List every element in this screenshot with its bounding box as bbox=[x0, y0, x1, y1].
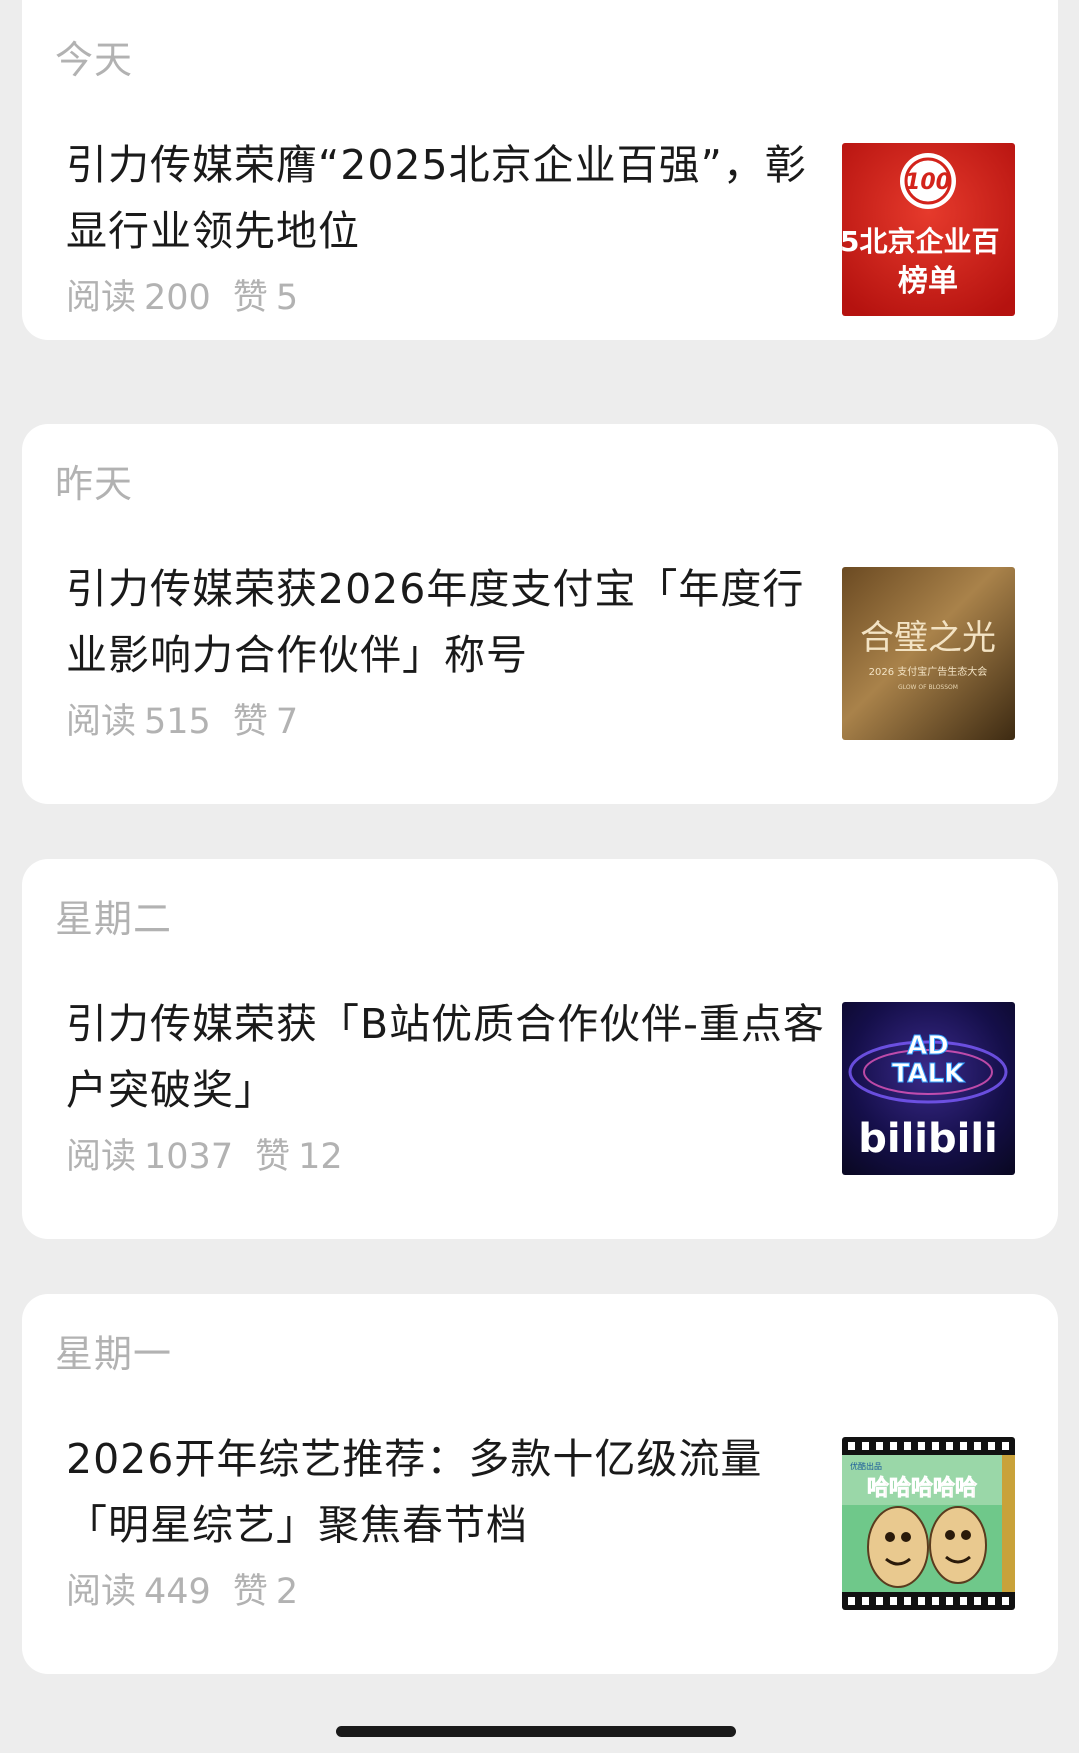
article-thumbnail[interactable]: 100 5北京企业百 榜单 bbox=[842, 143, 1015, 316]
thumb-line1: 合璧之光 bbox=[860, 618, 996, 658]
read-count: 阅读 1037 bbox=[66, 1137, 233, 1177]
read-value: 200 bbox=[144, 278, 211, 318]
thumb-line2: 2026 支付宝广告生态大会 bbox=[869, 665, 988, 678]
read-value: 449 bbox=[144, 1572, 211, 1612]
read-label: 阅读 bbox=[66, 1137, 137, 1177]
article-title[interactable]: 引力传媒荣获「B站优质合作伙伴-重点客户突破奖」 bbox=[66, 991, 836, 1123]
thumb-line1: AD bbox=[907, 1031, 949, 1061]
like-label: 赞 bbox=[232, 1572, 268, 1612]
thumb-badge: 100 bbox=[905, 170, 951, 195]
thumb-line2: 榜单 bbox=[898, 264, 958, 299]
like-value: 5 bbox=[275, 278, 299, 318]
like-value: 12 bbox=[298, 1137, 343, 1177]
like-value: 7 bbox=[275, 702, 299, 742]
day-group-card: 今天 引力传媒荣膺“2025北京企业百强”，彰显行业领先地位 阅读 200 赞 5 bbox=[22, 0, 1058, 340]
read-label: 阅读 bbox=[66, 1572, 137, 1612]
article-thumbnail[interactable]: 哈哈哈哈哈 优酷出品 bbox=[842, 1437, 1015, 1610]
article-item[interactable]: 引力传媒荣获2026年度支付宝「年度行业影响力合作伙伴」称号 阅读 515 赞 7 合… bbox=[22, 424, 1058, 804]
like-count: 赞 12 bbox=[255, 1137, 343, 1177]
thumb-line1: 5北京企业百 bbox=[842, 225, 999, 258]
read-count: 阅读 200 bbox=[66, 278, 211, 318]
thumb-line3: GLOW OF BLOSSOM bbox=[898, 684, 958, 691]
article-stats: 阅读 200 赞 5 bbox=[66, 276, 320, 320]
day-group-card: 昨天 引力传媒荣获2026年度支付宝「年度行业影响力合作伙伴」称号 阅读 515 赞… bbox=[22, 424, 1058, 804]
read-value: 1037 bbox=[144, 1137, 234, 1177]
thumbnail-image: AD TALK bilibili bbox=[842, 1002, 1015, 1175]
article-thumbnail[interactable]: 合璧之光 2026 支付宝广告生态大会 GLOW OF BLOSSOM bbox=[842, 567, 1015, 740]
article-title[interactable]: 引力传媒荣获2026年度支付宝「年度行业影响力合作伙伴」称号 bbox=[66, 556, 836, 688]
read-label: 阅读 bbox=[66, 278, 137, 318]
article-title[interactable]: 2026开年综艺推荐：多款十亿级流量「明星综艺」聚焦春节档 bbox=[66, 1426, 836, 1558]
home-indicator[interactable] bbox=[336, 1726, 736, 1737]
like-label: 赞 bbox=[255, 1137, 291, 1177]
like-count: 赞7 bbox=[233, 702, 298, 742]
thumb-line2: 优酷出品 bbox=[850, 1461, 882, 1471]
read-label: 阅读 bbox=[66, 702, 137, 742]
like-label: 赞 bbox=[232, 702, 268, 742]
day-group-card: 星期二 引力传媒荣获「B站优质合作伙伴-重点客户突破奖」 阅读 1037 赞 12 bbox=[22, 859, 1058, 1239]
thumb-line2: TALK bbox=[892, 1059, 965, 1089]
article-thumbnail[interactable]: AD TALK bilibili bbox=[842, 1002, 1015, 1175]
day-group-card: 星期一 2026开年综艺推荐：多款十亿级流量「明星综艺」聚焦春节档 阅读 449 赞… bbox=[22, 1294, 1058, 1674]
like-count: 赞2 bbox=[233, 1572, 298, 1612]
read-count: 阅读 449 bbox=[66, 1572, 211, 1612]
thumb-line3: bilibili bbox=[858, 1116, 998, 1162]
thumbnail-image: 哈哈哈哈哈 优酷出品 bbox=[842, 1437, 1015, 1610]
thumbnail-image: 100 5北京企业百 榜单 bbox=[842, 143, 1015, 316]
article-item[interactable]: 引力传媒荣膺“2025北京企业百强”，彰显行业领先地位 阅读 200 赞 5 100 bbox=[22, 0, 1058, 380]
like-count: 赞5 bbox=[233, 278, 298, 318]
thumb-line1: 哈哈哈哈哈 bbox=[867, 1475, 977, 1501]
thumbnail-image: 合璧之光 2026 支付宝广告生态大会 GLOW OF BLOSSOM bbox=[842, 567, 1015, 740]
article-stats: 阅读 1037 赞 12 bbox=[66, 1135, 365, 1179]
like-value: 2 bbox=[275, 1572, 299, 1612]
article-stats: 阅读 515 赞 7 bbox=[66, 700, 320, 744]
article-item[interactable]: 2026开年综艺推荐：多款十亿级流量「明星综艺」聚焦春节档 阅读449 赞2 bbox=[22, 1294, 1058, 1674]
article-title[interactable]: 引力传媒荣膺“2025北京企业百强”，彰显行业领先地位 bbox=[66, 132, 836, 264]
read-value: 515 bbox=[144, 702, 211, 742]
article-item[interactable]: 引力传媒荣获「B站优质合作伙伴-重点客户突破奖」 阅读 1037 赞 12 AD… bbox=[22, 859, 1058, 1239]
article-stats: 阅读 449 赞 2 bbox=[66, 1570, 320, 1614]
like-label: 赞 bbox=[232, 278, 268, 318]
read-count: 阅读 515 bbox=[66, 702, 211, 742]
